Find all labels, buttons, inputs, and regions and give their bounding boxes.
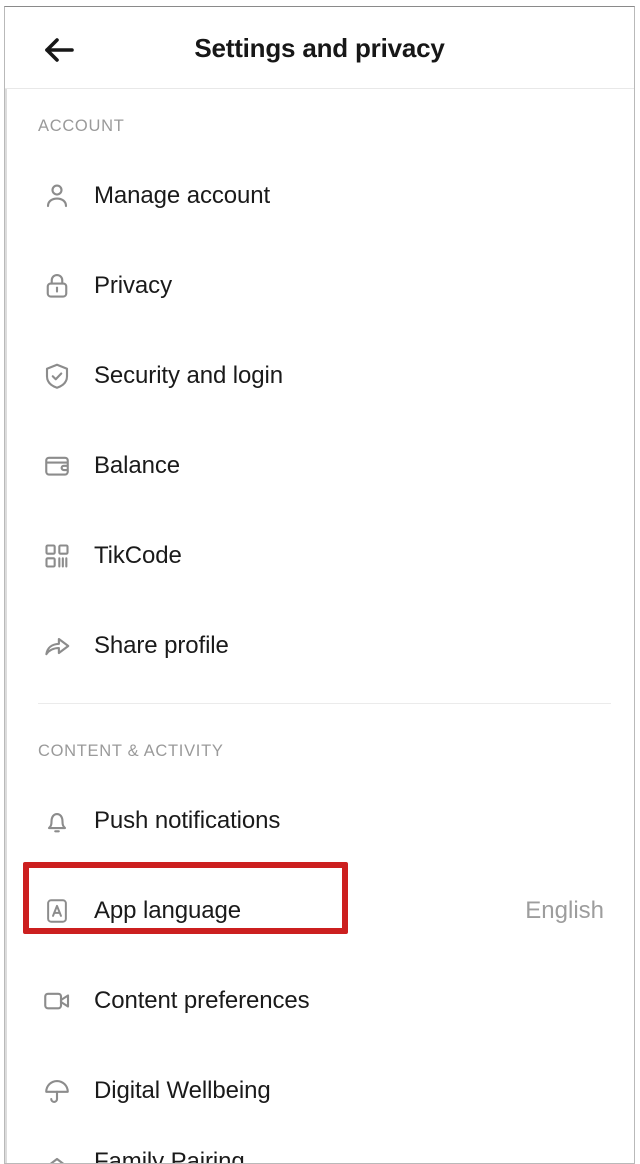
phone-screen: Settings and privacy ACCOUNT Manage acco… <box>4 6 635 1164</box>
qr-code-icon <box>38 537 76 575</box>
settings-row-balance[interactable]: Balance <box>5 421 634 511</box>
settings-row-content-preferences[interactable]: Content preferences <box>5 956 634 1046</box>
settings-row-digital-wellbeing[interactable]: Digital Wellbeing <box>5 1046 634 1136</box>
app-language-value: English <box>525 897 604 924</box>
settings-row-share-profile[interactable]: Share profile <box>5 601 634 691</box>
settings-row-label: App language <box>94 897 241 924</box>
section-divider <box>38 703 611 704</box>
settings-row-label: TikCode <box>94 542 182 569</box>
settings-row-app-language[interactable]: App language English <box>5 866 634 956</box>
share-arrow-icon <box>38 627 76 665</box>
shield-check-icon <box>38 357 76 395</box>
video-icon <box>38 982 76 1020</box>
settings-row-privacy[interactable]: Privacy <box>5 241 634 331</box>
settings-row-family-pairing[interactable]: Family Pairing <box>5 1136 634 1164</box>
section-header-account: ACCOUNT <box>38 117 125 135</box>
section-header-content-activity: CONTENT & ACTIVITY <box>38 742 224 760</box>
settings-row-tikcode[interactable]: TikCode <box>5 511 634 601</box>
settings-row-security-and-login[interactable]: Security and login <box>5 331 634 421</box>
settings-row-push-notifications[interactable]: Push notifications <box>5 776 634 866</box>
page-title: Settings and privacy <box>194 32 445 63</box>
settings-row-label: Balance <box>94 452 181 479</box>
settings-row-label: Privacy <box>94 272 172 299</box>
bell-icon <box>38 802 76 840</box>
wallet-icon <box>38 447 76 485</box>
settings-row-manage-account[interactable]: Manage account <box>5 151 634 241</box>
settings-row-label: Push notifications <box>94 807 281 834</box>
letter-a-icon <box>38 892 76 930</box>
settings-row-label: Security and login <box>94 362 283 389</box>
lock-icon <box>38 267 76 305</box>
settings-row-label: Digital Wellbeing <box>94 1077 271 1104</box>
home-icon <box>38 1150 76 1163</box>
settings-row-label: Content preferences <box>94 987 310 1014</box>
app-header: Settings and privacy <box>5 7 634 89</box>
person-icon <box>38 177 76 215</box>
settings-row-label: Share profile <box>94 632 229 659</box>
settings-row-label: Manage account <box>94 182 271 209</box>
settings-row-label: Family Pairing <box>94 1148 245 1164</box>
umbrella-icon <box>38 1072 76 1110</box>
